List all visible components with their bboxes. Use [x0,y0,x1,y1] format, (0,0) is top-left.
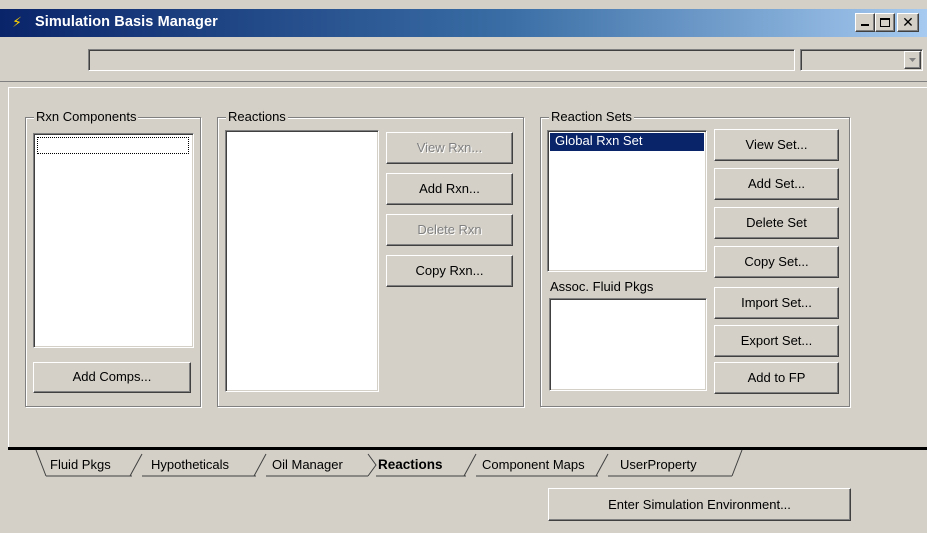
app-icon: ⚡ [12,14,22,30]
import-set-button[interactable]: Import Set... [714,287,839,319]
add-to-fp-label: Add to FP [747,370,806,385]
add-comps-label: Add Comps... [72,369,152,384]
copy-set-label: Copy Set... [744,254,809,269]
reaction-sets-list[interactable]: Global Rxn Set [547,130,707,272]
delete-set-label: Delete Set [746,215,807,230]
add-to-fp-button[interactable]: Add to FP [714,362,839,394]
view-set-button[interactable]: View Set... [714,129,839,161]
assoc-fluid-pkgs-list[interactable] [549,298,707,391]
minimize-button[interactable] [855,13,875,32]
export-set-button[interactable]: Export Set... [714,325,839,357]
delete-set-button[interactable]: Delete Set [714,207,839,239]
tab-fluid-pkgs[interactable]: Fluid Pkgs [50,456,111,474]
reactions-label: Reactions [226,109,288,125]
reactions-list[interactable] [225,130,379,392]
export-set-label: Export Set... [740,333,813,348]
reaction-sets-label: Reaction Sets [549,109,634,125]
view-set-label: View Set... [745,137,808,152]
view-rxn-label: View Rxn... [416,140,483,155]
enter-simulation-environment-label: Enter Simulation Environment... [608,497,791,512]
copy-set-button[interactable]: Copy Set... [714,246,839,278]
tab-hypotheticals[interactable]: Hypotheticals [151,456,229,474]
rxn-components-label: Rxn Components [34,109,139,125]
maximize-button[interactable] [875,13,895,32]
list-item[interactable]: Global Rxn Set [550,133,704,151]
list-item[interactable] [37,137,189,154]
maximize-icon [880,18,890,27]
tab-userproperty[interactable]: UserProperty [620,456,697,474]
add-comps-button[interactable]: Add Comps... [33,362,191,393]
add-set-label: Add Set... [747,176,806,191]
add-rxn-button[interactable]: Add Rxn... [386,173,513,205]
view-rxn-button[interactable]: View Rxn... [386,132,513,164]
path-field[interactable] [88,49,795,71]
tab-reactions[interactable]: Reactions [378,456,443,474]
chevron-down-icon [909,58,916,62]
minimize-icon [861,24,869,26]
window-title: Simulation Basis Manager [35,14,218,30]
copy-rxn-label: Copy Rxn... [415,263,484,278]
tab-component-maps[interactable]: Component Maps [482,456,585,474]
tab-oil-manager[interactable]: Oil Manager [272,456,343,474]
delete-rxn-label: Delete Rxn [417,222,482,237]
close-icon: ✕ [902,14,914,30]
enter-simulation-environment-button[interactable]: Enter Simulation Environment... [548,488,851,521]
add-rxn-label: Add Rxn... [419,181,480,196]
rxn-components-list[interactable] [33,133,194,348]
close-button[interactable]: ✕ [897,13,919,32]
copy-rxn-button[interactable]: Copy Rxn... [386,255,513,287]
object-dropdown[interactable] [800,49,923,71]
title-bar[interactable]: ⚡ Simulation Basis Manager ✕ [0,9,927,37]
delete-rxn-button[interactable]: Delete Rxn [386,214,513,246]
import-set-label: Import Set... [741,295,812,310]
add-set-button[interactable]: Add Set... [714,168,839,200]
dropdown-button[interactable] [904,51,921,69]
assoc-fluid-pkgs-label: Assoc. Fluid Pkgs [550,279,654,294]
